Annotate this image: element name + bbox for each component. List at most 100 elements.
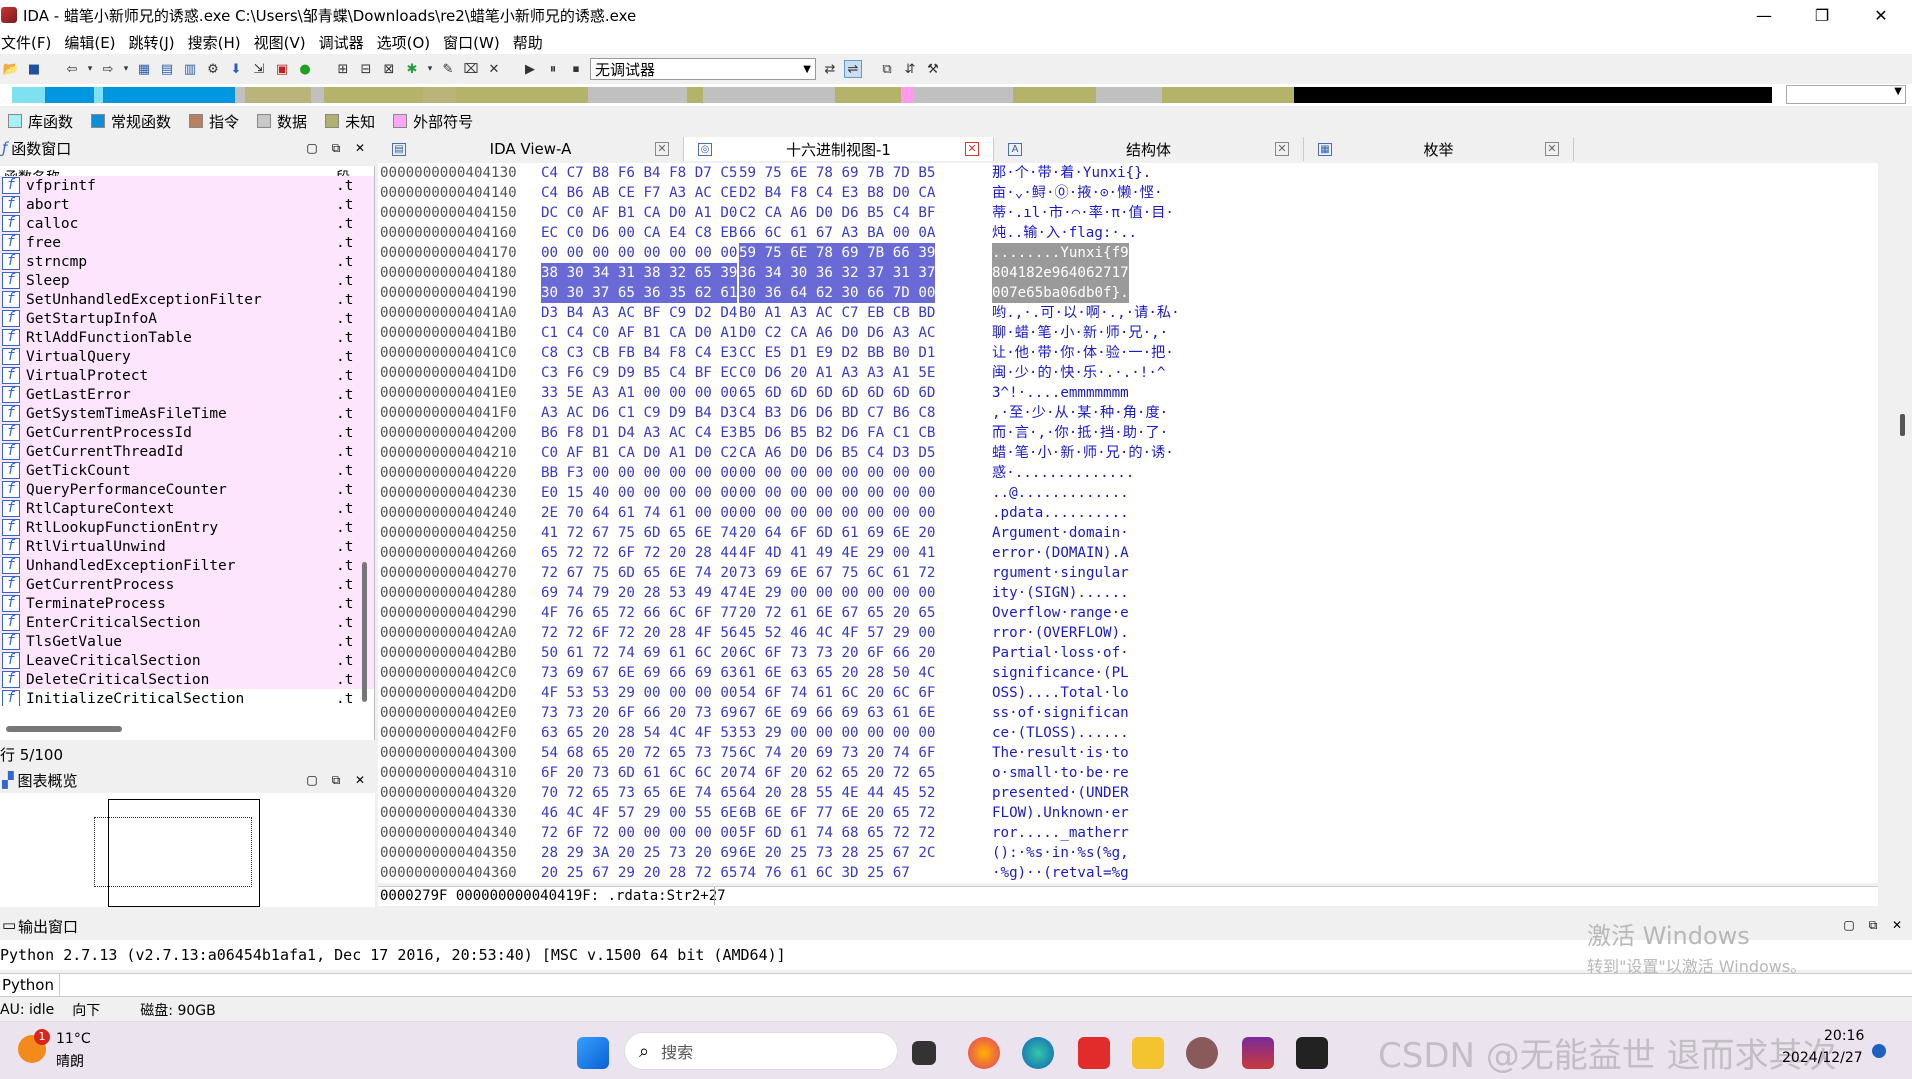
function-row[interactable]: f EnterCriticalSection .t [0,613,374,632]
hex-row[interactable]: 00000000004041D0 C3 F6 C9 D9 B5 C4 BF EC C… [378,363,1878,383]
hex-ascii[interactable]: 哟.,·.可·以·啊·.,·请·私· [992,303,1180,323]
hex-bytes-high[interactable]: 4E 29 00 00 00 00 00 00 [739,583,935,603]
horizontal-scrollbar[interactable] [6,726,122,732]
hex-ascii[interactable]: .pdata.......... [992,503,1129,523]
function-row[interactable]: f GetTickCount .t [0,461,374,480]
hex-bytes-low[interactable]: 33 5E A3 A1 00 00 00 00 [541,383,737,403]
menu-item-8[interactable]: 帮助 [512,32,551,53]
hex-bytes-low[interactable]: 69 74 79 20 28 53 49 47 [541,583,737,603]
tab-close-icon[interactable]: ✕ [655,142,669,156]
hex-row[interactable]: 00000000004041C0 C8 C3 CB FB B4 F8 C4 E3 C… [378,343,1878,363]
hex-bytes-low[interactable]: B6 F8 D1 D4 A3 AC C4 E3 [541,423,737,443]
hex-row[interactable]: 00000000004042A0 72 72 6F 72 20 28 4F 56 4… [378,623,1878,643]
hex-ascii[interactable]: The·result·is·to [992,743,1129,763]
navigation-bar[interactable] [12,87,1772,103]
hex-row[interactable]: 0000000000404230 E0 15 40 00 00 00 00 00 0… [378,483,1878,503]
hex-ascii[interactable]: o·small·to·be·re [992,763,1129,783]
file-explorer-icon[interactable] [1132,1037,1164,1069]
hex-ascii[interactable]: ce·(TLOSS)...... [992,723,1129,743]
hex-bytes-high[interactable]: 00 00 00 00 00 00 00 00 [739,483,935,503]
hex-bytes-low[interactable]: E0 15 40 00 00 00 00 00 [541,483,737,503]
make-string-icon[interactable]: ⊠ [380,60,398,78]
hex-row[interactable]: 0000000000404250 41 72 67 75 6D 65 6E 74 2… [378,523,1878,543]
hex-ascii[interactable]: FLOW).Unknown·er [992,803,1129,823]
hex-bytes-high[interactable]: B0 A1 A3 AC C7 EB CB BD [739,303,935,323]
function-row[interactable]: f GetCurrentProcess .t [0,575,374,594]
function-row[interactable]: f RtlCaptureContext .t [0,499,374,518]
hex-bytes-low[interactable]: 72 67 75 6D 65 6E 74 20 [541,563,737,583]
hex-bytes-low[interactable]: 4F 76 65 72 66 6C 6F 77 [541,603,737,623]
hex-ascii[interactable]: 让·他·带·你·体·验·一·把· [992,343,1174,363]
ida-taskbar-icon[interactable] [1186,1037,1218,1069]
vertical-scrollbar[interactable] [362,562,367,702]
hex-ascii[interactable]: 聊·蜡·笔·小·新·师·兄·,· [992,323,1168,343]
hex-bytes-high[interactable]: D2 B4 F8 C4 E3 B8 D0 CA [739,183,935,203]
function-row[interactable]: f DeleteCriticalSection .t [0,670,374,689]
hex-row[interactable]: 0000000000404270 72 67 75 6D 65 6E 74 20 7… [378,563,1878,583]
hex-row[interactable]: 0000000000404280 69 74 79 20 28 53 49 47 4… [378,583,1878,603]
python-prompt-label[interactable]: Python [0,974,60,996]
menu-item-5[interactable]: 调试器 [318,32,372,53]
hex-ascii[interactable]: 3^!·....emmmmmmm [992,383,1129,403]
function-row[interactable]: f GetSystemTimeAsFileTime .t [0,404,374,423]
hex-bytes-high[interactable]: 20 72 61 6E 67 65 20 65 [739,603,935,623]
hex-ascii[interactable]: error·(DOMAIN).A [992,543,1129,563]
hex-row[interactable]: 0000000000404360 20 25 67 29 20 28 72 65 7… [378,863,1878,883]
hex-bytes-high[interactable]: 65 6D 6D 6D 6D 6D 6D 6D [739,383,935,403]
hex-bytes-high[interactable]: B5 D6 B5 B2 D6 FA C1 CB [739,423,935,443]
hex-bytes-low[interactable]: 65 72 72 6F 72 20 28 44 [541,543,737,563]
weather-widget[interactable]: 1 11°C 晴朗 [16,1029,136,1073]
hex-bytes-low[interactable]: 63 65 20 28 54 4C 4F 53 [541,723,737,743]
navband-segment[interactable] [1013,87,1096,103]
hex-row[interactable]: 00000000004042E0 73 73 20 6F 66 20 73 69 6… [378,703,1878,723]
edge-icon[interactable] [1022,1037,1054,1069]
hex-bytes-low[interactable]: C4 B6 AB CE F7 A3 AC CE [541,183,737,203]
navband-segment[interactable] [44,87,95,103]
wps-icon[interactable] [1078,1037,1110,1069]
function-row[interactable]: f GetCurrentProcessId .t [0,423,374,442]
pane-close-icon[interactable]: ✕ [351,771,369,789]
hex-ascii[interactable]: significance·(PL [992,663,1129,683]
hex-row[interactable]: 0000000000404240 2E 70 64 61 74 61 00 00 0… [378,503,1878,523]
function-row[interactable]: f TerminateProcess .t [0,594,374,613]
graph-overview[interactable] [0,793,375,907]
open-icon[interactable]: 📂 [2,60,20,78]
hex-row[interactable]: 00000000004042C0 73 69 67 6E 69 66 69 63 6… [378,663,1878,683]
hex-bytes-high[interactable]: 5F 6D 61 74 68 65 72 72 [739,823,935,843]
python-command-input[interactable] [60,974,1912,996]
hex-row[interactable]: 00000000004041E0 33 5E A3 A1 00 00 00 00 6… [378,383,1878,403]
maximize-button[interactable]: ❐ [1793,0,1851,30]
hex-ascii[interactable]: 007e65ba06db0f}. [992,283,1129,303]
hex-ascii[interactable]: rror·(OVERFLOW). [992,623,1129,643]
hex-bytes-high[interactable]: CC E5 D1 E9 D2 BB B0 D1 [739,343,935,363]
hex-row[interactable]: 00000000004042F0 63 65 20 28 54 4C 4F 53 5… [378,723,1878,743]
navband-segment[interactable] [900,87,915,103]
navband-segment[interactable] [1161,87,1294,103]
hex-ascii[interactable]: ........Yunxi{f9 [992,243,1129,263]
navband-segment[interactable] [1095,87,1162,103]
hex-bytes-high[interactable]: 45 52 46 4C 4F 57 29 00 [739,623,935,643]
tab-1[interactable]: ◎ 十六进制视图-1 ✕ [684,137,994,161]
pane-float-icon[interactable]: ⧉ [327,139,345,157]
tab-close-icon[interactable]: ✕ [965,142,979,156]
hex-bytes-low[interactable]: 6F 20 73 6D 61 6C 6C 20 [541,763,737,783]
start-debug-icon[interactable]: ▶ [521,60,539,78]
graph-viewport[interactable] [94,817,252,887]
hex-bytes-high[interactable]: 36 34 30 36 32 37 31 37 [739,263,936,283]
hex-bytes-low[interactable]: 38 30 34 31 38 32 65 39 [541,263,738,283]
menu-item-0[interactable]: 文件(F) [0,32,59,53]
function-row[interactable]: f VirtualProtect .t [0,366,374,385]
function-row[interactable]: f Sleep .t [0,271,374,290]
navband-segment[interactable] [94,87,103,103]
hex-row[interactable]: 00000000004041B0 C1 C4 C0 AF B1 CA D0 A1 D… [378,323,1878,343]
function-row[interactable]: f strncmp .t [0,252,374,271]
navband-segment[interactable] [835,87,901,103]
hex-bytes-high[interactable]: 6C 6F 73 73 20 6F 66 20 [739,643,935,663]
hex-ascii[interactable]: ror....._matherr [992,823,1129,843]
immediate-search-icon[interactable]: ⚙ [204,60,222,78]
hex-ascii[interactable]: ,·至·少·从·某·种·角·度· [992,403,1168,423]
undefine-icon[interactable]: ✎ [439,60,457,78]
hex-bytes-high[interactable]: 74 76 61 6C 3D 25 67 [739,863,910,883]
function-row[interactable]: f RtlLookupFunctionEntry .t [0,518,374,537]
hex-row[interactable]: 0000000000404330 46 4C 4F 57 29 00 55 6E 6… [378,803,1878,823]
